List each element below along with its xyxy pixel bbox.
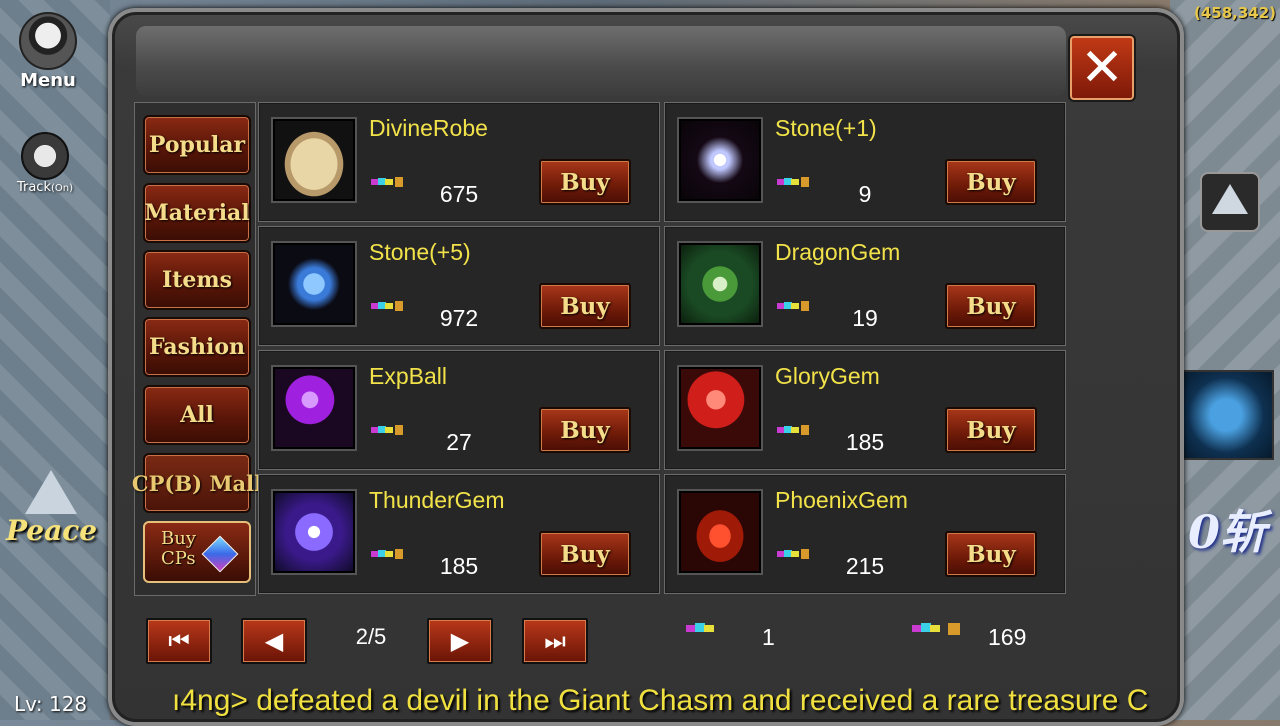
- skip-last-icon: ⏭: [544, 627, 566, 655]
- stone-blue-icon[interactable]: [271, 241, 357, 327]
- page-indicator: 2/5: [355, 624, 387, 649]
- prev-page-button[interactable]: ◀: [241, 618, 307, 664]
- item-price: 9: [858, 181, 872, 207]
- kill-count-badge: 0斩: [1187, 505, 1266, 559]
- game-world-right: [1170, 0, 1280, 720]
- item-price: 675: [439, 181, 479, 207]
- item-price: 215: [845, 553, 885, 579]
- item-card: DragonGem 19 Buy: [664, 226, 1066, 346]
- bound-cp-balance-icon: [912, 623, 960, 635]
- buy-button[interactable]: Buy: [945, 407, 1037, 453]
- category-menu: Popular Material Items Fashion All CP(B)…: [132, 102, 262, 596]
- category-cp-mall[interactable]: CP(B) Mall: [132, 453, 262, 513]
- category-items[interactable]: Items: [143, 250, 251, 310]
- prev-arrow-icon: ◀: [264, 627, 284, 655]
- buy-cps-button[interactable]: Buy CPs: [143, 521, 251, 583]
- game-world-left: [0, 0, 110, 720]
- yin-yang-icon: [19, 12, 77, 70]
- thunder-gem-icon[interactable]: [271, 489, 357, 575]
- item-card: ExpBall 27 Buy: [258, 350, 660, 470]
- expand-button[interactable]: [1200, 172, 1260, 232]
- cp-gem-icon: [201, 535, 239, 573]
- player-level: Lv: 128: [14, 692, 88, 716]
- shop-header-bar: [136, 26, 1066, 96]
- item-name: PhoenixGem: [775, 487, 908, 513]
- exp-ball-icon[interactable]: [271, 365, 357, 451]
- buy-button[interactable]: Buy: [945, 531, 1037, 577]
- buy-button[interactable]: Buy: [539, 159, 631, 205]
- cp-balance-icon: [686, 623, 714, 632]
- item-price: 27: [446, 429, 472, 455]
- item-name: ExpBall: [369, 363, 447, 389]
- mode-triangle-icon: [25, 470, 77, 514]
- last-page-button[interactable]: ⏭: [522, 618, 588, 664]
- robe-icon[interactable]: [271, 117, 357, 203]
- track-button[interactable]: Track(On): [10, 132, 80, 195]
- glory-gem-icon[interactable]: [677, 365, 763, 451]
- next-arrow-icon: ▶: [450, 627, 470, 655]
- item-grid: DivineRobe 675 Buy Stone(+1) 9 Buy Stone…: [258, 102, 1066, 594]
- category-material[interactable]: Material: [143, 183, 251, 243]
- buy-cps-label-line1: Buy: [161, 528, 196, 549]
- bound-cp-balance: 169: [988, 624, 1027, 650]
- broadcast-ticker: ı4ng> defeated a devil in the Giant Chas…: [172, 684, 1149, 717]
- item-card: Stone(+1) 9 Buy: [664, 102, 1066, 222]
- item-name: GloryGem: [775, 363, 880, 389]
- track-icon: [21, 132, 69, 180]
- buy-button[interactable]: Buy: [539, 531, 631, 577]
- buy-cps-label-line2: CPs: [161, 548, 196, 569]
- next-page-button[interactable]: ▶: [427, 618, 493, 664]
- menu-button[interactable]: Menu: [14, 12, 82, 92]
- item-card: GloryGem 185 Buy: [664, 350, 1066, 470]
- item-name: Stone(+5): [369, 239, 471, 265]
- skip-first-icon: ⏮: [168, 627, 190, 655]
- category-popular[interactable]: Popular: [143, 115, 251, 175]
- category-all[interactable]: All: [143, 385, 251, 445]
- track-label: Track: [16, 180, 51, 195]
- item-card: Stone(+5) 972 Buy: [258, 226, 660, 346]
- item-price: 972: [439, 305, 479, 331]
- item-name: ThunderGem: [369, 487, 505, 513]
- category-fashion[interactable]: Fashion: [143, 317, 251, 377]
- dragon-gem-icon[interactable]: [677, 241, 763, 327]
- skill-icon[interactable]: [1178, 370, 1274, 460]
- cp-balance: 1: [762, 624, 775, 650]
- track-status: (On): [51, 183, 74, 194]
- item-card: DivineRobe 675 Buy: [258, 102, 660, 222]
- pk-mode-button[interactable]: Peace: [6, 470, 98, 547]
- buy-button[interactable]: Buy: [945, 159, 1037, 205]
- pk-mode-label: Peace: [6, 514, 98, 547]
- item-price: 19: [852, 305, 878, 331]
- buy-button[interactable]: Buy: [539, 283, 631, 329]
- buy-button[interactable]: Buy: [539, 407, 631, 453]
- phoenix-gem-icon[interactable]: [677, 489, 763, 575]
- item-price: 185: [845, 429, 885, 455]
- item-card: PhoenixGem 215 Buy: [664, 474, 1066, 594]
- up-arrow-icon: [1212, 184, 1248, 214]
- close-button[interactable]: ✕: [1068, 34, 1136, 102]
- item-card: ThunderGem 185 Buy: [258, 474, 660, 594]
- item-price: 185: [439, 553, 479, 579]
- first-page-button[interactable]: ⏮: [146, 618, 212, 664]
- item-name: DivineRobe: [369, 115, 488, 141]
- buy-button[interactable]: Buy: [945, 283, 1037, 329]
- map-coordinates: (458,342): [1193, 4, 1276, 22]
- item-name: DragonGem: [775, 239, 901, 265]
- item-name: Stone(+1): [775, 115, 877, 141]
- menu-label: Menu: [20, 70, 76, 91]
- stone-diamond-icon[interactable]: [677, 117, 763, 203]
